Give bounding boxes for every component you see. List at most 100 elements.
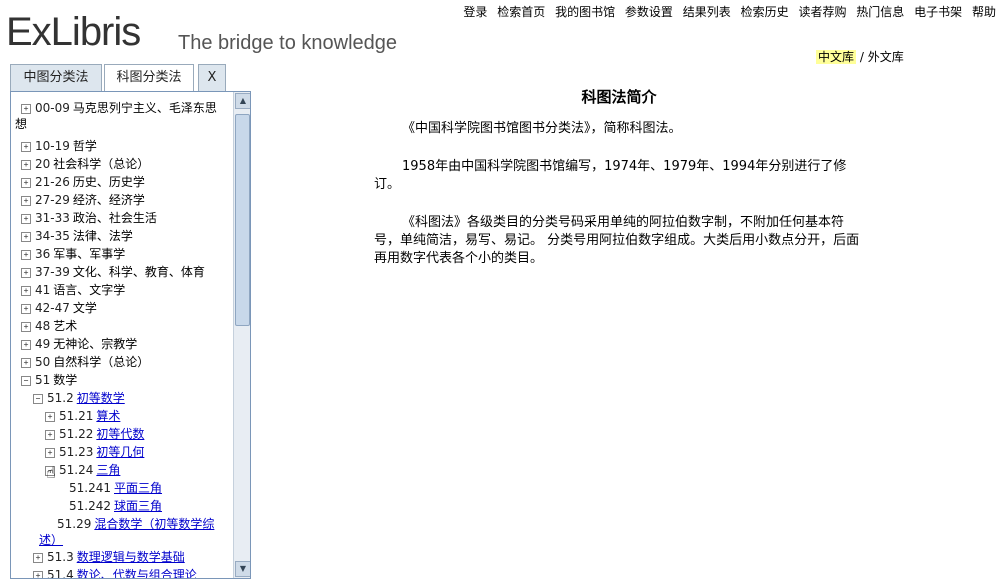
tree-node-label: 军事、军事学 [53, 247, 126, 261]
tree-node-label[interactable]: 算术 [96, 409, 120, 423]
tree-node-code: 51.23 [59, 445, 94, 459]
tree-node-code: 51.241 [69, 481, 111, 495]
plus-box-icon[interactable]: + [21, 159, 31, 170]
plus-box-icon[interactable]: + [21, 213, 31, 224]
plus-box-icon[interactable]: + [21, 103, 31, 114]
tree-node-label: 无神论、宗教学 [53, 337, 138, 351]
tree-node-code: 51.29 [57, 517, 92, 531]
tree-node[interactable]: +50 自然科学（总论） [21, 354, 149, 370]
tree-node[interactable]: 51.242 球面三角 [69, 498, 162, 514]
tree-node[interactable]: +36 军事、军事学 [21, 246, 125, 262]
plus-box-icon[interactable]: + [33, 570, 43, 578]
tree-node-code: 41 [35, 283, 51, 297]
plus-box-icon[interactable]: + [45, 447, 55, 458]
nav-hot-info[interactable]: 热门信息 [856, 5, 904, 19]
plus-box-icon[interactable]: + [21, 321, 31, 332]
tree-node[interactable]: +10-19 哲学 [21, 138, 97, 154]
tree-node[interactable]: +27-29 经济、经济学 [21, 192, 145, 208]
plus-box-icon[interactable]: + [21, 357, 31, 368]
tree-node[interactable]: +49 无神论、宗教学 [21, 336, 137, 352]
tree-node[interactable]: −51.2 初等数学 [33, 390, 125, 406]
tree-node[interactable]: +37-39 文化、科学、教育、体育 [21, 264, 205, 280]
tree-node[interactable]: +48 艺术 [21, 318, 77, 334]
tree-node-code: 20 [35, 157, 51, 171]
plus-box-icon[interactable]: + [45, 429, 55, 440]
tree-node[interactable]: 51.29 混合数学（初等数学综 [57, 516, 214, 532]
scroll-up-icon[interactable]: ▲ [235, 93, 250, 109]
tree-node-label[interactable]: 混合数学（初等数学综 [94, 517, 214, 531]
plus-box-icon[interactable]: + [21, 141, 31, 152]
tree-node-label-cont[interactable]: 述） [39, 533, 63, 547]
tree-node-label[interactable]: 数理逻辑与数学基础 [77, 550, 185, 564]
nav-help[interactable]: 帮助 [972, 5, 996, 19]
tree-node-label: 马克思列宁主义、毛泽东思 [72, 101, 217, 115]
plus-box-icon[interactable]: + [21, 195, 31, 206]
tree-node[interactable]: −51 数学 [21, 372, 77, 388]
tab-clc[interactable]: 中图分类法 [10, 64, 102, 91]
tree-node-label: 艺术 [53, 319, 78, 333]
plus-box-icon[interactable]: + [21, 285, 31, 296]
tree-node-label[interactable]: 平面三角 [114, 481, 162, 495]
scroll-thumb[interactable] [235, 114, 250, 326]
library-separator: / [859, 50, 864, 64]
nav-search-history[interactable]: 检索历史 [741, 5, 789, 19]
plus-box-icon[interactable]: + [33, 552, 43, 563]
tree-node[interactable]: +51.3 数理逻辑与数学基础 [33, 549, 185, 565]
tree-scrollbar[interactable]: ▲ ▼ [233, 92, 250, 578]
plus-box-icon[interactable]: + [45, 411, 55, 422]
nav-login[interactable]: 登录 [463, 5, 487, 19]
tree-node-label: 经济、经济学 [72, 193, 145, 207]
tree-node-code: 51 [35, 373, 51, 387]
tree-node[interactable]: 51.241 平面三角 [69, 480, 162, 496]
tree-node-code: 51.2 [47, 391, 74, 405]
minus-box-icon[interactable]: − [21, 375, 31, 386]
tree-node[interactable]: +21-26 历史、历史学 [21, 174, 145, 190]
tree-node[interactable]: +34-35 法律、法学 [21, 228, 133, 244]
tree-node-label: 法律、法学 [72, 229, 133, 243]
content-paragraph-1: 《中国科学院图书馆图书分类法》，简称科图法。 [402, 121, 682, 136]
tree-node[interactable]: +51.22 初等代数 [45, 426, 144, 442]
tree-node-code: 00-09 [35, 101, 70, 115]
tree-node-label[interactable]: 初等数学 [77, 391, 125, 405]
nav-my-library[interactable]: 我的图书馆 [555, 5, 615, 19]
nav-results-list[interactable]: 结果列表 [683, 5, 731, 19]
tree-node-label[interactable]: 球面三角 [114, 499, 162, 513]
nav-purchase-suggest[interactable]: 读者荐购 [798, 5, 846, 19]
tree-node[interactable]: +51.23 初等几何 [45, 444, 144, 460]
plus-box-icon[interactable]: + [21, 177, 31, 188]
plus-box-icon[interactable]: + [21, 267, 31, 278]
scroll-down-icon[interactable]: ▼ [235, 561, 250, 577]
tree-node[interactable]: +00-09 马克思列宁主义、毛泽东思 [21, 100, 217, 116]
library-chinese[interactable]: 中文库 [816, 50, 857, 64]
tab-close[interactable]: X [198, 64, 226, 91]
tree-node[interactable]: +42-47 文学 [21, 300, 97, 316]
brand-tagline: The bridge to knowledge [178, 32, 398, 54]
nav-ebookshelf[interactable]: 电子书架 [914, 5, 962, 19]
minus-box-icon[interactable]: − [33, 393, 43, 404]
nav-preferences[interactable]: 参数设置 [625, 5, 673, 19]
tree-node-label: 语言、文字学 [53, 283, 126, 297]
tree-node[interactable]: +41 语言、文字学 [21, 282, 125, 298]
tree-node[interactable]: +20 社会科学（总论） [21, 156, 149, 172]
tree-node[interactable]: +51.4 数论、代数与组合理论 [33, 567, 197, 578]
tree-node-code: 21-26 [35, 175, 70, 189]
tree-node-code: 51.242 [69, 499, 111, 513]
plus-box-icon[interactable]: + [21, 339, 31, 350]
tree-node-label[interactable]: 初等代数 [96, 427, 144, 441]
content-title: 科图法简介 [581, 88, 657, 106]
nav-search-home[interactable]: 检索首页 [497, 5, 545, 19]
plus-box-icon[interactable]: + [21, 303, 31, 314]
tree-node-label[interactable]: 三角 [96, 463, 120, 477]
tree-node-code: 27-29 [35, 193, 70, 207]
tab-kt[interactable]: 科图分类法 [104, 64, 194, 92]
tree-node[interactable]: +31-33 政治、社会生活 [21, 210, 157, 226]
tree-node[interactable]: −51.24 三角 [45, 462, 120, 478]
tree-node[interactable]: +51.21 算术 [45, 408, 120, 424]
plus-box-icon[interactable]: + [21, 231, 31, 242]
library-foreign[interactable]: 外文库 [868, 50, 904, 64]
plus-box-icon[interactable]: + [21, 249, 31, 260]
tree-node-label[interactable]: 初等几何 [96, 445, 144, 459]
tree-node-label[interactable]: 数论、代数与组合理论 [77, 568, 197, 578]
tree-node-code: 51.24 [59, 463, 94, 477]
tree-node-label: 政治、社会生活 [72, 211, 157, 225]
